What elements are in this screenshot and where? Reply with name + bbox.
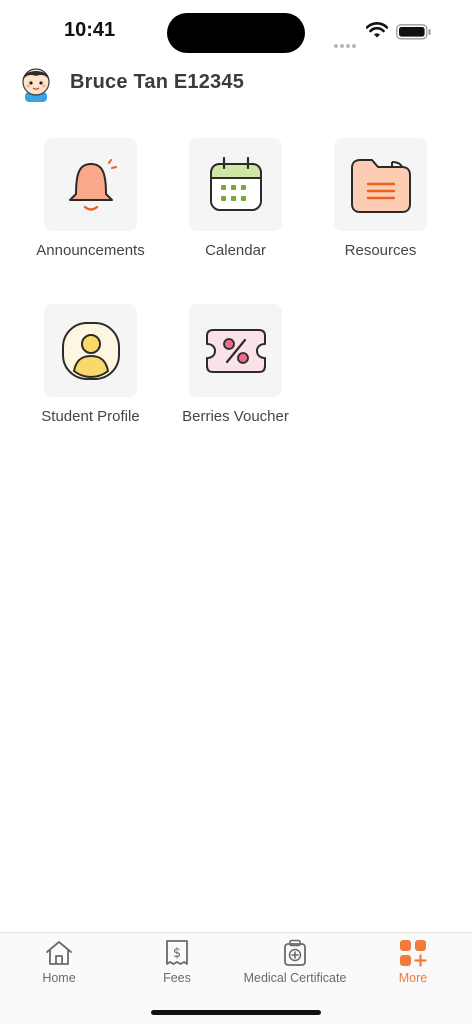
tile-berries-voucher-box[interactable] <box>189 304 282 397</box>
tile-announcements-label: Announcements <box>36 242 145 259</box>
tile-berries-voucher[interactable]: Berries Voucher <box>163 304 308 444</box>
svg-text:$: $ <box>173 946 181 961</box>
tile-calendar[interactable]: Calendar <box>163 138 308 278</box>
medical-kit-icon <box>284 939 306 966</box>
user-name[interactable]: Bruce Tan E12345 <box>70 71 244 94</box>
student-avatar-icon[interactable] <box>16 62 56 102</box>
tile-berries-voucher-label: Berries Voucher <box>182 408 289 425</box>
tile-student-profile-label: Student Profile <box>41 408 140 425</box>
nav-medical-certificate[interactable]: Medical Certificate <box>232 933 358 993</box>
profile-icon <box>61 321 120 380</box>
tile-calendar-box[interactable] <box>189 138 282 231</box>
calendar-icon <box>209 156 262 211</box>
home-icon <box>46 941 72 965</box>
tile-announcements[interactable]: Announcements <box>18 138 163 278</box>
tile-resources-box[interactable] <box>334 138 427 231</box>
status-time: 10:41 <box>64 19 116 41</box>
voucher-icon <box>205 328 266 373</box>
more-grid-icon <box>400 940 427 967</box>
tile-announcements-box[interactable] <box>44 138 137 231</box>
nav-medical-certificate-label: Medical Certificate <box>243 971 347 985</box>
nav-fees-label: Fees <box>163 971 191 985</box>
tile-resources[interactable]: Resources <box>308 138 453 278</box>
dynamic-island <box>167 13 305 53</box>
bell-icon <box>68 158 117 211</box>
tile-calendar-label: Calendar <box>205 242 266 259</box>
tile-student-profile[interactable]: Student Profile <box>18 304 163 444</box>
tile-student-profile-box[interactable] <box>44 304 137 397</box>
nav-fees[interactable]: $ Fees <box>137 933 217 993</box>
folder-icon <box>350 158 411 213</box>
cellular-signal-icon <box>334 33 358 52</box>
battery-icon <box>396 24 431 40</box>
nav-more-label: More <box>398 971 428 985</box>
nav-more[interactable]: More <box>373 933 453 993</box>
receipt-dollar-icon: $ <box>166 940 188 965</box>
home-indicator[interactable] <box>151 1010 321 1015</box>
nav-home-label: Home <box>42 971 76 985</box>
header: Bruce Tan E12345 <box>0 60 472 106</box>
status-bar: 10:41 <box>0 0 472 60</box>
tile-resources-label: Resources <box>344 242 417 259</box>
wifi-icon <box>366 22 388 38</box>
nav-home[interactable]: Home <box>19 933 99 993</box>
